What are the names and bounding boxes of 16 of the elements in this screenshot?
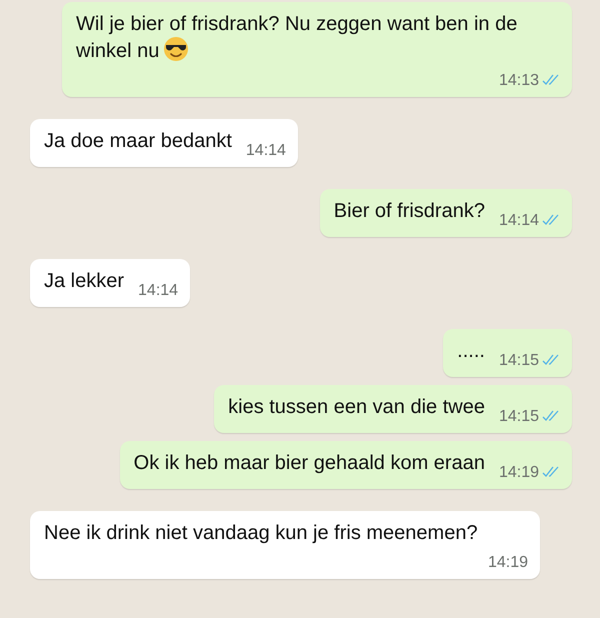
message-time: 14:14: [246, 142, 286, 159]
message-time: 14:15: [498, 352, 539, 369]
message-time: 14:14: [498, 212, 539, 229]
message-time: 14:14: [138, 282, 178, 299]
message-text: kies tussen een van die twee: [228, 396, 485, 418]
message-text: Ja doe maar bedankt: [44, 130, 232, 152]
message-time: 14:19: [498, 464, 539, 481]
message-text: Nee ik drink niet vandaag kun je fris meenemen?: [44, 522, 478, 544]
message-text: Ja lekker: [44, 270, 124, 292]
message-time: 14:19: [488, 554, 528, 571]
message-time: 14:15: [498, 408, 539, 425]
message-text: Ok ik heb maar bier gehaald kom eraan: [134, 452, 485, 474]
message-text: .....: [457, 340, 485, 362]
message-text: Wil je bier of frisdrank? Nu zeggen want ben in de winkel nu: [76, 13, 518, 62]
message-text: Bier of frisdrank?: [334, 200, 485, 222]
message-time: 14:13: [498, 72, 539, 89]
